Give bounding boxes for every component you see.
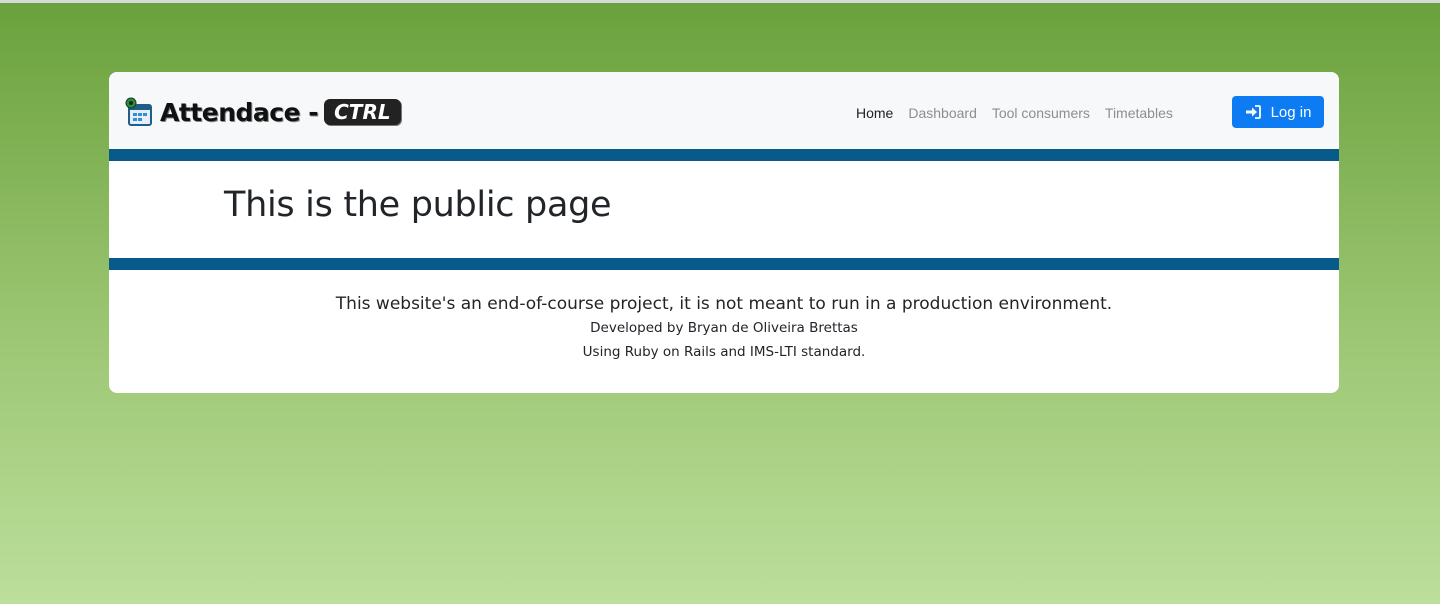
footer-tech: Using Ruby on Rails and IMS-LTI standard…	[582, 344, 866, 360]
login-button[interactable]: Log in	[1232, 96, 1324, 128]
nav-home[interactable]: Home	[856, 102, 893, 124]
main-card: Attendace - CTRL Home Dashboard Tool con…	[109, 72, 1339, 393]
brand-name: Attendace -	[160, 97, 319, 127]
calendar-icon	[124, 97, 154, 127]
footer: This website's an end-of-course project,…	[109, 292, 1339, 364]
navbar: Attendace - CTRL Home Dashboard Tool con…	[109, 72, 1339, 149]
main-nav: Home Dashboard Tool consumers Timetables	[856, 102, 1188, 124]
top-accent-band	[109, 149, 1339, 161]
bottom-accent-band	[109, 258, 1339, 270]
window-top-border	[0, 0, 1440, 3]
nav-tool-consumers[interactable]: Tool consumers	[992, 102, 1090, 124]
brand-logo[interactable]: Attendace - CTRL	[124, 96, 401, 128]
footer-author: Developed by Bryan de Oliveira Brettas	[590, 320, 858, 336]
sign-in-icon	[1245, 105, 1261, 119]
login-label: Log in	[1270, 103, 1312, 121]
nav-dashboard[interactable]: Dashboard	[908, 102, 977, 124]
page-title: This is the public page	[224, 185, 612, 225]
nav-timetables[interactable]: Timetables	[1105, 102, 1173, 124]
footer-notice: This website's an end-of-course project,…	[335, 294, 1113, 314]
brand-badge: CTRL	[324, 99, 401, 125]
